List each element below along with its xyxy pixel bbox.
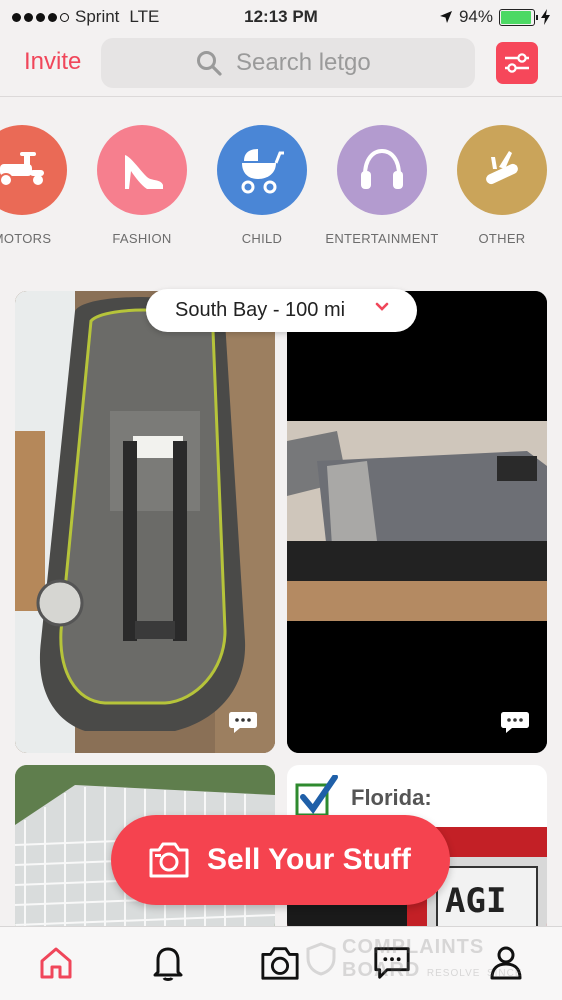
category-fashion[interactable]: FASHION [77,125,207,246]
swiss-knife-icon [457,125,547,215]
scooter-icon [0,125,67,215]
network-type: LTE [129,7,160,26]
tab-notifications[interactable] [148,943,188,983]
category-child[interactable]: CHILD [197,125,327,246]
category-label: CHILD [241,231,283,246]
bell-icon [153,947,183,981]
camera-icon [261,947,299,980]
watermark-line4: SINCE [486,968,523,979]
sell-your-stuff-button[interactable]: Sell Your Stuff [111,815,450,905]
listing-title: Florida: [351,785,432,810]
camera-icon [149,842,189,878]
filter-button[interactable] [496,42,538,84]
category-other[interactable]: OTHER [437,125,562,246]
category-strip: MOTORS FASHION CHILD ENTERTAINMENT OTHER [0,97,562,257]
shield-icon [306,942,336,976]
watermark: COMPLAINTS BOARD RESOLVE SINCE [306,934,536,984]
sell-label: Sell Your Stuff [207,843,411,876]
car-seat-photo [15,291,275,753]
checkbox-icon [295,775,338,817]
chat-bubble-icon [229,712,257,733]
battery-percent: 94% [458,7,493,26]
location-filter-button[interactable]: South Bay - 100 mi [146,289,417,332]
category-label: OTHER [478,231,526,246]
carrier-name: Sprint [75,7,120,26]
chevron-down-icon [375,302,389,311]
chat-bubble-icon [501,712,529,733]
tab-sell[interactable] [260,943,300,983]
signal-strength-icon [12,12,69,22]
watermark-line2: BOARD [342,959,421,981]
listing-card[interactable] [287,291,547,753]
watermark-line3: RESOLVE [426,968,481,979]
high-heel-icon [97,125,187,215]
category-label: ENTERTAINMENT [325,231,439,246]
bed-photo [287,291,547,753]
watermark-line1: COMPLAINTS [342,936,485,958]
headphones-icon [337,125,427,215]
plate-text: AGI [445,881,507,921]
charging-bolt-icon [541,9,550,25]
invite-button[interactable]: Invite [24,48,81,76]
location-arrow-icon [439,11,452,23]
listing-card[interactable] [15,291,275,753]
filter-sliders-icon [505,53,529,73]
category-label: FASHION [112,231,172,246]
category-entertainment[interactable]: ENTERTAINMENT [317,125,447,246]
search-input[interactable]: Search letgo [101,38,475,88]
status-bar: Sprint LTE 12:13 PM 94% [0,0,562,34]
category-label: MOTORS [0,231,52,246]
category-motors[interactable]: MOTORS [0,125,87,246]
search-placeholder: Search letgo [236,49,371,76]
location-label: South Bay - 100 mi [175,299,346,321]
home-icon [40,947,72,979]
stroller-icon [217,125,307,215]
tab-home[interactable] [36,943,76,983]
search-icon [197,51,222,76]
battery-icon [499,8,538,26]
header: Invite Search letgo [0,34,562,94]
